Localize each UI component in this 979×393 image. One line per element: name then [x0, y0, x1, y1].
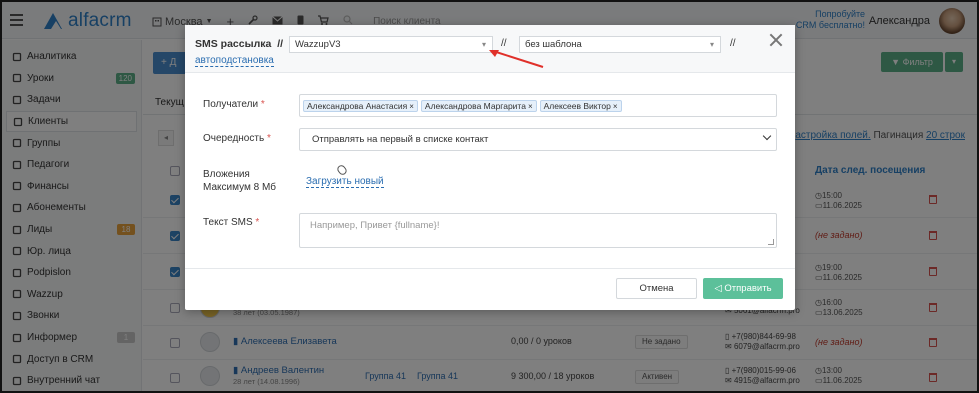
recipient-tag: Алексеев Виктор ×	[539, 100, 622, 112]
required-mark: *	[255, 217, 260, 228]
recipient-tag: Александрова Анастасия ×	[303, 100, 418, 112]
paperclip-icon	[335, 163, 349, 177]
caret-down-icon: ▾	[481, 40, 486, 49]
order-select[interactable]: Отправлять на первый в списке контакт	[299, 128, 777, 151]
app-window: alfacrm Москва ▼ +	[0, 0, 979, 393]
order-value: Отправлять на первый в списке контакт	[312, 134, 489, 145]
upload-new-link[interactable]: Загрузить новый	[306, 176, 384, 188]
recipients-label-text: Получатели	[203, 99, 259, 110]
caret-down-icon: ▾	[709, 40, 714, 49]
recipient-name: Алексеев Виктор	[543, 101, 611, 111]
sms-text-input[interactable]: Например, Привет {fullname}!	[299, 213, 777, 248]
order-label: Очередность *	[203, 132, 271, 145]
dialog-title-text: SMS рассылка	[195, 38, 272, 50]
provider-select[interactable]: WazzupV3 ▾	[289, 36, 493, 53]
resize-handle[interactable]	[768, 239, 774, 245]
autofill-link[interactable]: автоподстановка	[195, 55, 274, 67]
remove-tag-icon[interactable]: ×	[613, 102, 618, 111]
send-button[interactable]: ◁ Отправить	[703, 278, 783, 299]
dialog-footer-divider	[185, 268, 795, 269]
title-separator: //	[277, 38, 284, 50]
attachments-label: Вложения Максимум 8 Мб	[203, 168, 276, 194]
recipients-label: Получатели *	[203, 98, 265, 111]
recipients-field[interactable]: Александрова Анастасия × Александрова Марг…	[299, 94, 777, 117]
sms-text-label-text: Текст SMS	[203, 217, 253, 228]
recipient-tag: Александрова Маргарита ×	[420, 100, 537, 112]
provider-value: WazzupV3	[295, 39, 341, 50]
send-label: Отправить	[724, 283, 772, 294]
sms-text-placeholder: Например, Привет {fullname}!	[310, 220, 440, 231]
order-label-text: Очередность	[203, 133, 265, 144]
sms-text-label: Текст SMS *	[203, 216, 259, 229]
send-icon: ◁	[714, 283, 725, 294]
cancel-button[interactable]: Отмена	[616, 278, 697, 299]
dialog-title: SMS рассылка //	[195, 38, 283, 50]
attachments-limit: Максимум 8 Мб	[203, 182, 277, 193]
remove-tag-icon[interactable]: ×	[409, 102, 414, 111]
template-select[interactable]: без шаблона ▾	[519, 36, 721, 53]
annotation-arrow-icon	[489, 50, 544, 68]
attachments-label-text: Вложения	[203, 169, 250, 180]
recipient-name: Александрова Маргарита	[424, 101, 526, 111]
close-icon[interactable]	[769, 33, 783, 47]
recipient-name: Александрова Анастасия	[307, 101, 408, 111]
required-mark: *	[266, 133, 271, 144]
chevron-down-icon	[762, 131, 772, 141]
required-mark: *	[260, 99, 265, 110]
separator: //	[730, 38, 736, 49]
remove-tag-icon[interactable]: ×	[528, 102, 533, 111]
